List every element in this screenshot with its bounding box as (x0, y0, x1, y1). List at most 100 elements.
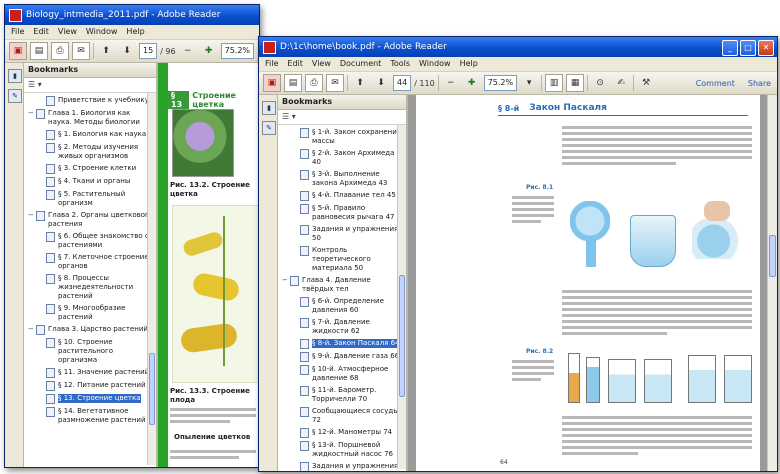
bookmark-icon (300, 246, 309, 256)
zoom-out-icon[interactable]: − (179, 42, 197, 60)
bookmark-item[interactable]: § 11-й. Барометр. Торричелли 70 (278, 386, 404, 404)
menu-view[interactable]: View (58, 25, 77, 39)
bookmark-item[interactable]: Задания и упражнения 78 (278, 462, 404, 471)
menu-window[interactable]: Window (419, 57, 451, 71)
bookmark-item[interactable]: § 7. Клеточное строение органов (24, 253, 154, 271)
scrollbar-thumb[interactable] (399, 275, 405, 397)
tools-icon[interactable]: ⚒ (637, 74, 655, 92)
zoom-dropdown-icon[interactable]: ▾ (520, 74, 538, 92)
bookmark-item[interactable]: § 5-й. Правило равновесия рычага 47 (278, 204, 404, 222)
bookmark-item[interactable]: § 13-й. Поршневой жидкостный насос 76 (278, 441, 404, 459)
close-icon[interactable]: ✕ (758, 40, 774, 56)
page-number-field[interactable]: 15 (139, 43, 158, 59)
document-scrollbar[interactable] (767, 95, 777, 471)
bookmark-item[interactable]: − Глава 2. Органы цветкового растения (24, 211, 154, 229)
attachments-icon[interactable]: ✎ (8, 89, 22, 103)
zoom-field[interactable]: 75.2% (220, 43, 255, 59)
expand-toggle-icon[interactable]: − (28, 325, 36, 334)
menu-document[interactable]: Document (340, 57, 381, 71)
bookmark-item[interactable]: § 2. Методы изучения живых организмов (24, 143, 154, 161)
fit-width-icon[interactable]: ▦ (566, 74, 585, 92)
open-file-icon[interactable]: ▣ (9, 42, 27, 60)
bookmark-icon (300, 191, 309, 201)
bookmark-item[interactable]: § 8. Процессы жизнедеятельности растений (24, 274, 154, 301)
menu-help[interactable]: Help (126, 25, 144, 39)
scrollbar-thumb[interactable] (769, 235, 776, 277)
next-page-icon[interactable]: ⬇ (118, 42, 136, 60)
expand-toggle-icon[interactable]: − (28, 109, 36, 118)
menu-tools[interactable]: Tools (390, 57, 410, 71)
front-window-titlebar[interactable]: D:\1c\home\book.pdf - Adobe Reader _ □ ✕ (259, 37, 777, 57)
bookmark-item[interactable]: − Глава 4. Давление твёрдых тел (278, 276, 404, 294)
menu-view[interactable]: View (312, 57, 331, 71)
zoom-field[interactable]: 75.2% (483, 75, 518, 91)
sign-icon[interactable]: ✍ (612, 74, 630, 92)
save-icon[interactable]: ▤ (284, 74, 302, 92)
open-file-icon[interactable]: ▣ (263, 74, 281, 92)
bookmark-item[interactable]: − Глава 1. Биология как наука. Методы био… (24, 109, 154, 127)
bookmark-item[interactable]: § 9. Многообразие растений (24, 304, 154, 322)
bookmark-item[interactable]: − Глава 3. Царство растений (24, 325, 154, 335)
bookmark-item[interactable]: § 9-й. Давление газа 66 (278, 352, 404, 362)
menu-file[interactable]: File (265, 57, 278, 71)
bookmark-item[interactable]: § 12-й. Манометры 74 (278, 428, 404, 438)
bookmark-item[interactable]: § 10-й. Атмосферное давление 68 (278, 365, 404, 383)
print-icon[interactable]: ⎙ (305, 74, 323, 92)
maximize-icon[interactable]: □ (740, 40, 756, 56)
bookmark-item[interactable]: § 6. Общее знакомство с растениями (24, 232, 154, 250)
bookmarks-panel-icon[interactable]: ▮ (262, 101, 276, 115)
next-page-icon[interactable]: ⬇ (372, 74, 390, 92)
bookmark-item[interactable]: § 6-й. Определение давления 60 (278, 297, 404, 315)
bookmark-item[interactable]: § 4. Ткани и органы (24, 177, 154, 187)
back-bookmarks-scrollbar[interactable] (147, 93, 156, 465)
bookmark-label: § 8. Процессы жизнедеятельности растений (58, 274, 134, 300)
zoom-out-icon[interactable]: − (442, 74, 460, 92)
print-icon[interactable]: ⎙ (51, 42, 69, 60)
bookmarks-options-icon[interactable]: ☰ ▾ (278, 110, 406, 125)
bookmark-item[interactable]: § 7-й. Давление жидкости 62 (278, 318, 404, 336)
menu-edit[interactable]: Edit (33, 25, 49, 39)
bookmark-item[interactable]: Контроль теоретического материала 50 (278, 246, 404, 273)
bookmark-item[interactable]: § 8-й. Закон Паскаля 64 (278, 339, 404, 349)
email-icon[interactable]: ✉ (326, 74, 344, 92)
expand-toggle-icon[interactable]: − (282, 276, 290, 285)
bookmark-item[interactable]: Приветствие к учебнику (24, 96, 154, 106)
attachments-icon[interactable]: ✎ (262, 121, 276, 135)
find-icon[interactable]: ⊙ (591, 74, 609, 92)
fit-page-icon[interactable]: ▥ (545, 74, 564, 92)
bookmark-item[interactable]: § 13. Строение цветка (24, 394, 154, 404)
bookmark-item[interactable]: § 4-й. Плавание тел 45 (278, 191, 404, 201)
previous-page-icon[interactable]: ⬆ (97, 42, 115, 60)
bookmark-item[interactable]: § 1. Биология как наука (24, 130, 154, 140)
bookmark-item[interactable]: § 3. Строение клетки (24, 164, 154, 174)
back-window-titlebar[interactable]: Biology_intmedia_2011.pdf - Adobe Reader (5, 5, 259, 25)
bookmark-item[interactable]: § 3-й. Выполнение закона Архимеда 43 (278, 170, 404, 188)
bookmark-item[interactable]: § 10. Строение растительного организма (24, 338, 154, 365)
bookmark-item[interactable]: § 14. Вегетативное размножение растений (24, 407, 154, 425)
bookmark-item[interactable]: § 1-й. Закон сохранения массы (278, 128, 404, 146)
menu-file[interactable]: File (11, 25, 24, 39)
menu-edit[interactable]: Edit (287, 57, 303, 71)
zoom-in-icon[interactable]: ✚ (200, 42, 218, 60)
menu-help[interactable]: Help (460, 57, 478, 71)
scrollbar-thumb[interactable] (149, 353, 155, 425)
minimize-icon[interactable]: _ (722, 40, 738, 56)
menu-window[interactable]: Window (86, 25, 118, 39)
bookmark-item[interactable]: § 2-й. Закон Архимеда 40 (278, 149, 404, 167)
bookmark-item[interactable]: Сообщающиеся сосуды 72 (278, 407, 404, 425)
bookmark-item[interactable]: Задания и упражнения 50 (278, 225, 404, 243)
share-button[interactable]: Share (748, 79, 771, 88)
previous-page-icon[interactable]: ⬆ (351, 74, 369, 92)
email-icon[interactable]: ✉ (72, 42, 90, 60)
page-number-field[interactable]: 44 (393, 75, 412, 91)
bookmark-item[interactable]: § 5. Растительный организм (24, 190, 154, 208)
zoom-in-icon[interactable]: ✚ (463, 74, 481, 92)
comment-button[interactable]: Comment (696, 79, 735, 88)
bookmarks-options-icon[interactable]: ☰ ▾ (24, 78, 156, 93)
save-icon[interactable]: ▤ (30, 42, 48, 60)
bookmarks-panel-icon[interactable]: ▮ (8, 69, 22, 83)
bookmark-item[interactable]: § 11. Значение растений (24, 368, 154, 378)
front-bookmarks-scrollbar[interactable] (397, 125, 406, 469)
bookmark-item[interactable]: § 12. Питание растений (24, 381, 154, 391)
expand-toggle-icon[interactable]: − (28, 211, 36, 220)
